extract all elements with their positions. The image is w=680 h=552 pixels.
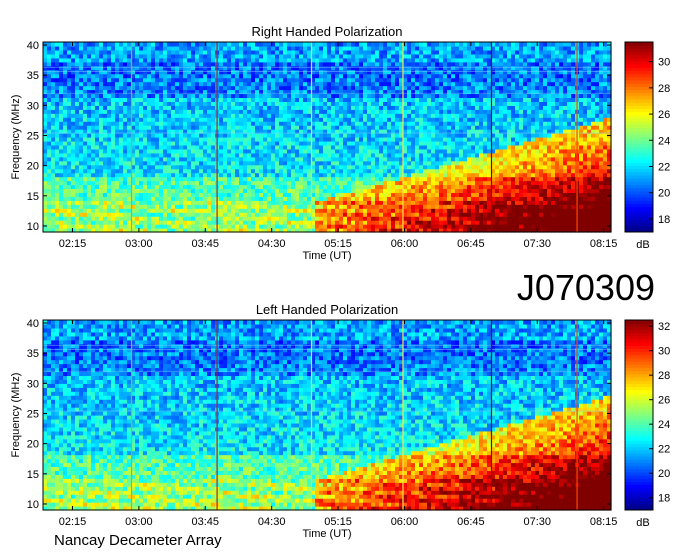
x-tick-label: 03:45 [192,238,220,250]
colorbar-tick-label: 32 [658,321,670,333]
colorbar-tick-label: 24 [658,419,670,431]
colorbar-tick-label: 18 [658,214,670,226]
y-tick-label: 15 [27,469,39,481]
colorbar-tick-label: 22 [658,444,670,456]
x-tick-label: 07:30 [523,238,551,250]
colorbar [624,41,654,233]
x-tick-label: 08:15 [590,238,618,250]
spectrum-panel-2 [42,319,654,511]
x-tick-label: 06:00 [391,238,419,250]
colorbar-tick-label: 28 [658,83,670,95]
colorbar-tick-label: 18 [658,493,670,505]
x-tick-label: 02:15 [59,238,87,250]
y-tick-label: 25 [27,408,39,420]
y-tick-label: 10 [27,221,39,233]
y-tick-label: 40 [27,40,39,52]
x-tick-label: 05:15 [324,238,352,250]
x-tick-label: 06:00 [391,516,419,528]
x-tick-label: 05:15 [324,516,352,528]
colorbar-tick-label: 30 [658,57,670,69]
y-tick-label: 40 [27,318,39,330]
x-tick-label: 04:30 [258,516,286,528]
dynamic-spectrum-figure: Right Handed Polarization 10 15 20 25 30 35 40 0… [10,24,670,549]
y-tick-label: 25 [27,130,39,142]
spectrogram-image [43,320,612,511]
colorbar-label: dB [636,239,649,251]
y-tick-label: 30 [27,100,39,112]
y-tick-label: 10 [27,499,39,511]
spectrogram-image [43,42,612,233]
y-tick-label: 35 [27,70,39,82]
colorbar-tick-label: 22 [658,161,670,173]
colorbar-tick-label: 20 [658,188,670,200]
x-tick-label: 03:00 [125,516,153,528]
x-tick-label: 06:45 [457,516,485,528]
x-axis-label: Time (UT) [302,528,351,540]
y-tick-label: 20 [27,439,39,451]
colorbar [624,319,654,511]
x-tick-label: 07:30 [523,516,551,528]
colorbar-tick-label: 26 [658,395,670,407]
x-tick-label: 04:30 [258,238,286,250]
y-tick-label: 20 [27,161,39,173]
x-axis-label: Time (UT) [302,250,351,262]
instrument-name: Nancay Decameter Array [54,532,222,549]
observation-id: J070309 [517,267,655,308]
colorbar-tick-label: 28 [658,370,670,382]
y-tick-label: 30 [27,378,39,390]
y-tick-label: 35 [27,348,39,360]
colorbar-tick-label: 26 [658,109,670,121]
colorbar-tick-label: 30 [658,346,670,358]
y-tick-label: 15 [27,191,39,203]
x-tick-label: 02:15 [59,516,87,528]
x-tick-label: 03:45 [192,516,220,528]
x-tick-label: 03:00 [125,238,153,250]
spectrum-panel-1 [42,41,654,233]
colorbar-label: dB [636,517,649,529]
colorbar-tick-label: 20 [658,468,670,480]
colorbar-tick-label: 24 [658,135,670,147]
x-tick-label: 06:45 [457,238,485,250]
x-tick-label: 08:15 [590,516,618,528]
y-axis-label: Frequency (MHz) [10,373,22,458]
y-axis-label: Frequency (MHz) [10,95,22,180]
panel-title: Left Handed Polarization [256,302,398,317]
panel-title: Right Handed Polarization [251,24,402,39]
